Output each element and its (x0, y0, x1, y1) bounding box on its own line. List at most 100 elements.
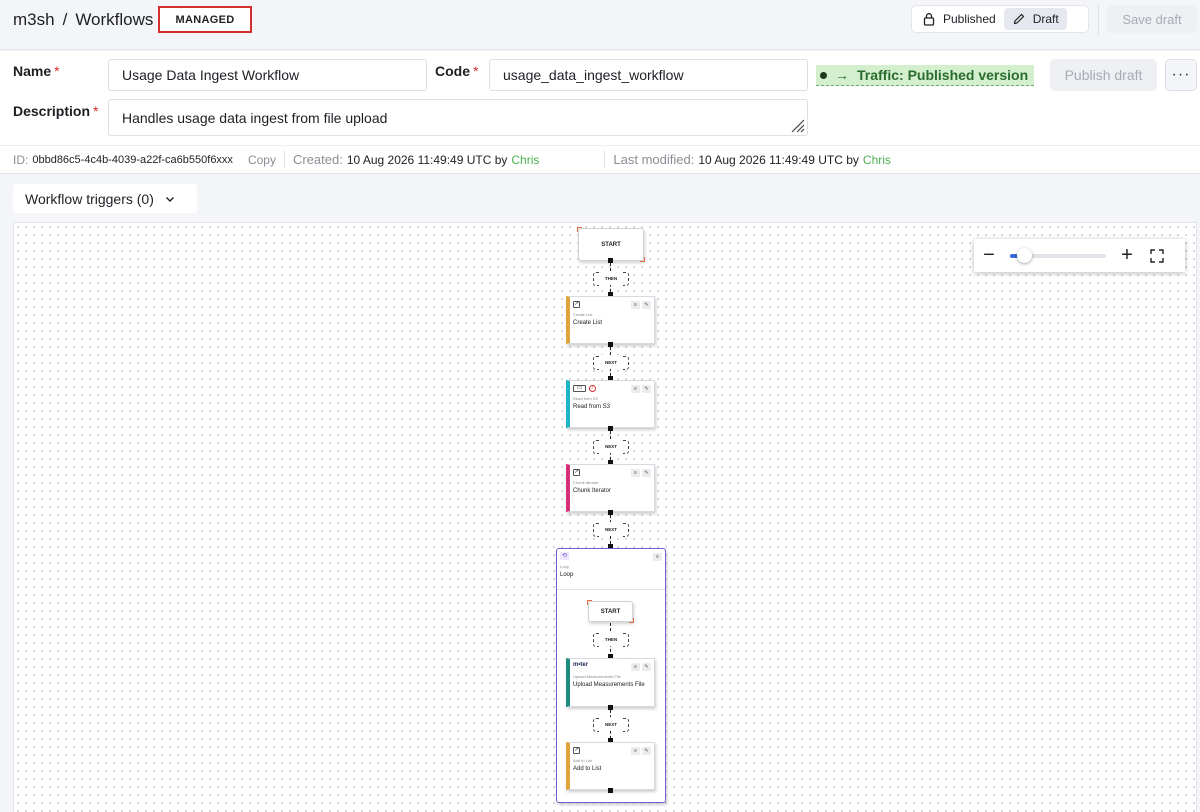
edge-next-label[interactable]: NEXT (593, 439, 629, 454)
resize-grip-icon[interactable] (789, 117, 805, 133)
edge-then-label[interactable]: THEN (593, 632, 629, 647)
chevron-down-icon (165, 196, 174, 202)
breadcrumb-separator: / (62, 10, 68, 29)
version-toggle: Published Draft (911, 5, 1089, 33)
triggers-label: Workflow triggers (0) (25, 190, 154, 207)
breadcrumb: m3sh / Workflows (13, 10, 153, 30)
publish-draft-button[interactable]: Publish draft (1050, 59, 1157, 91)
code-input[interactable]: usage_data_ingest_workflow (489, 59, 808, 91)
loop-start-node[interactable]: START (587, 600, 634, 623)
code-label: Code * (435, 63, 479, 79)
top-bar: m3sh / Workflows MANAGED Published Draft… (0, 0, 1200, 50)
step-node-chunk-iterator[interactable]: ↗ ≡ ✎ Chunk Iterator Chunk Iterator (566, 464, 655, 512)
list-icon[interactable]: ≡ (631, 301, 640, 309)
fullscreen-button[interactable] (1142, 241, 1172, 271)
edit-icon[interactable]: ✎ (642, 469, 651, 477)
meter-logo: m•ter (573, 662, 589, 668)
copy-id-button[interactable]: Copy (248, 153, 276, 167)
action-icon: ↗ (573, 747, 580, 754)
zoom-controls: − + (974, 239, 1185, 272)
list-icon[interactable]: ≡ (653, 553, 662, 561)
step-name: Read from S3 (573, 404, 611, 410)
step-name: Create List (573, 320, 603, 326)
step-actions: ≡ ✎ (631, 385, 651, 393)
list-icon[interactable]: ≡ (631, 663, 640, 671)
lock-icon (923, 13, 935, 26)
edit-icon[interactable]: ✎ (642, 385, 651, 393)
step-type: Add to List (573, 758, 592, 763)
divider (283, 151, 285, 168)
workflow-triggers-dropdown[interactable]: Workflow triggers (0) (13, 184, 197, 213)
modified-value: 10 Aug 2026 11:49:49 UTC by (698, 152, 859, 167)
zoom-in-button[interactable]: + (1112, 241, 1142, 271)
draft-label: Draft (1032, 12, 1059, 26)
step-node-upload-measurements-file[interactable]: m•ter ≡ ✎ Upload Measurements File Upload… (566, 658, 655, 707)
edit-icon[interactable]: ✎ (642, 663, 651, 671)
loop-icon: ⟲ (560, 552, 569, 560)
edge-next-label[interactable]: NEXT (593, 717, 629, 732)
step-node-create-list[interactable]: ↗ ≡ ✎ Create List Create List (566, 296, 655, 344)
description-textarea[interactable]: Handles usage data ingest from file uplo… (108, 99, 808, 136)
zoom-out-button[interactable]: − (974, 241, 1004, 271)
loop-name: Loop (560, 572, 574, 578)
published-label: Published (943, 12, 996, 26)
created-label: Created: (292, 152, 343, 167)
step-type: Upload Measurements File (573, 674, 621, 679)
required-mark: * (54, 63, 60, 79)
edit-icon[interactable]: ✎ (642, 301, 651, 309)
edge-next-label[interactable]: NEXT (593, 522, 629, 537)
action-icon: ↗ (573, 301, 580, 308)
id-label: ID: (13, 152, 29, 167)
metadata-bar: ID: 0bbd86c5-4c4b-4039-a22f-ca6b550f6xxx… (0, 145, 1200, 174)
edge-then-label[interactable]: THEN (593, 271, 629, 286)
step-actions: ≡ ✎ (631, 469, 651, 477)
created-value: 10 Aug 2026 11:49:49 UTC by (346, 152, 508, 167)
traffic-indicator[interactable]: → Traffic: Published version (816, 65, 1034, 86)
list-icon[interactable]: ≡ (631, 385, 640, 393)
zoom-slider[interactable] (1010, 247, 1106, 263)
modified-label: Last modified: (613, 152, 695, 167)
step-actions: ≡ ✎ (631, 663, 651, 671)
list-icon[interactable]: ≡ (631, 747, 640, 755)
step-type: Read from S3 (573, 396, 598, 401)
more-options-button[interactable]: ··· (1165, 59, 1197, 91)
step-name: Upload Measurements File (573, 682, 645, 688)
list-icon[interactable]: ≡ (631, 469, 640, 477)
step-node-read-from-s3[interactable]: ▭ ! ≡ ✎ Read from S3 Read from S3 (566, 380, 655, 428)
published-toggle-button[interactable]: Published (914, 8, 1004, 30)
step-node-add-to-list[interactable]: ↗ ≡ ✎ Add to List Add to List (566, 742, 655, 790)
traffic-label: Traffic: Published version (857, 67, 1029, 83)
edge-next-label[interactable]: NEXT (593, 355, 629, 370)
warning-icon: ! (589, 385, 596, 392)
workflow-form: Name * Usage Data Ingest Workflow Code * u… (0, 51, 1200, 145)
name-label: Name * (13, 63, 60, 79)
pencil-icon (1013, 13, 1025, 25)
required-mark: * (473, 63, 479, 79)
s3-icon: ▭ (573, 385, 586, 392)
action-icon: ↗ (573, 469, 580, 476)
save-draft-button[interactable]: Save draft (1107, 5, 1197, 33)
connector-handle[interactable] (608, 788, 613, 793)
divider (557, 589, 665, 590)
start-node[interactable]: START (577, 227, 645, 262)
created-by-link[interactable]: Chris (511, 153, 539, 167)
workflow-canvas[interactable]: − + START THEN ↗ ≡ ✎ Create List Create L… (13, 222, 1197, 812)
id-value: 0bbd86c5-4c4b-4039-a22f-ca6b550f6xxx (32, 153, 233, 166)
step-type: Create List (573, 312, 593, 317)
step-name: Add to List (573, 766, 602, 772)
breadcrumb-workflows[interactable]: Workflows (75, 10, 153, 30)
description-value: Handles usage data ingest from file uplo… (122, 109, 388, 126)
edit-icon[interactable]: ✎ (642, 747, 651, 755)
managed-badge: MANAGED (158, 6, 252, 33)
zoom-slider-thumb[interactable] (1017, 247, 1033, 263)
arrow-right-icon: → (835, 67, 849, 83)
name-input[interactable]: Usage Data Ingest Workflow (108, 59, 427, 91)
step-type: Chunk Iterator (573, 480, 599, 485)
required-mark: * (93, 103, 99, 119)
step-actions: ≡ ✎ (631, 301, 651, 309)
modified-by-link[interactable]: Chris (863, 153, 891, 167)
draft-toggle-button[interactable]: Draft (1003, 8, 1067, 30)
breadcrumb-root[interactable]: m3sh (13, 10, 55, 30)
step-actions: ≡ ✎ (631, 747, 651, 755)
loop-type: Loop (560, 564, 569, 569)
